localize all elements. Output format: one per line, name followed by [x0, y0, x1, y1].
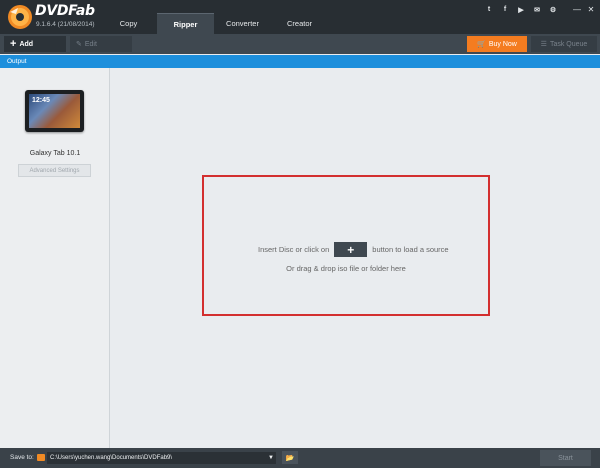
source-dropzone[interactable]: Insert Disc or click on + button to load…	[202, 175, 490, 316]
window-controls: — ✕	[572, 5, 596, 14]
save-path-value: C:\Users\yuchen.wang\Documents\DVDFab9\	[50, 455, 173, 461]
buy-now-label: Buy Now	[488, 40, 517, 48]
minimize-button[interactable]: —	[572, 5, 582, 14]
load-source-button[interactable]: +	[334, 242, 368, 257]
dropzone-drag-hint: Or drag & drop iso file or folder here	[286, 264, 406, 273]
save-to-label: Save to:	[10, 454, 34, 461]
list-icon: ☰	[540, 41, 547, 48]
profile-panel: 12:45 Galaxy Tab 10.1 Advanced Settings	[0, 68, 110, 448]
app-version: 9.1.6.4 (21/08/2014)	[36, 21, 95, 28]
device-clock: 12:45	[32, 97, 50, 104]
device-thumbnail[interactable]: 12:45	[25, 90, 84, 132]
facebook-icon[interactable]: f	[500, 6, 510, 14]
close-button[interactable]: ✕	[586, 5, 596, 14]
edit-button[interactable]: ✎ Edit	[70, 36, 132, 52]
edit-button-label: Edit	[84, 40, 97, 48]
buy-now-button[interactable]: 🛒 Buy Now	[467, 36, 527, 52]
twitter-icon[interactable]: t	[484, 6, 494, 14]
tab-copy[interactable]: Copy	[100, 13, 157, 34]
cart-icon: 🛒	[477, 41, 486, 48]
tab-converter[interactable]: Converter	[214, 13, 271, 34]
dvdfab-logo-icon	[8, 5, 32, 29]
email-icon[interactable]: ✉	[532, 6, 542, 14]
main-content: Insert Disc or click on + button to load…	[111, 68, 600, 448]
device-screen: 12:45	[29, 94, 80, 128]
title-bar: DVDFab 9.1.6.4 (21/08/2014) Copy Ripper …	[0, 0, 600, 34]
task-queue-button[interactable]: ☰ Task Queue	[531, 36, 597, 52]
start-button[interactable]: Start	[540, 450, 591, 466]
settings-icon[interactable]: ⚙	[548, 6, 558, 14]
youtube-icon[interactable]: ▶	[516, 6, 526, 14]
toolbar: + Add ✎ Edit 🛒 Buy Now ☰ Task Queue	[0, 34, 600, 54]
tab-creator[interactable]: Creator	[271, 13, 328, 34]
dropzone-text-before: Insert Disc or click on	[258, 245, 330, 254]
add-button-label: Add	[19, 40, 34, 48]
plus-icon: +	[10, 37, 17, 50]
edit-icon: ✎	[76, 41, 82, 48]
browse-folder-button[interactable]: 📂	[282, 451, 298, 464]
open-folder-icon: 📂	[285, 454, 295, 462]
dropzone-text-after: button to load a source	[372, 245, 449, 254]
output-header: Output	[0, 55, 600, 68]
tab-ripper[interactable]: Ripper	[157, 13, 214, 34]
task-queue-label: Task Queue	[549, 40, 588, 48]
folder-icon	[37, 454, 45, 461]
device-name: Galaxy Tab 10.1	[29, 150, 81, 157]
app-name: DVDFab	[35, 3, 95, 19]
save-path-select[interactable]: C:\Users\yuchen.wang\Documents\DVDFab9\ …	[47, 452, 276, 464]
social-links: t f ▶ ✉ ⚙	[484, 6, 558, 14]
add-button[interactable]: + Add	[4, 36, 66, 52]
status-bar: Save to: C:\Users\yuchen.wang\Documents\…	[0, 448, 600, 468]
chevron-down-icon: ▼	[268, 455, 274, 461]
dropzone-instruction: Insert Disc or click on + button to load…	[258, 242, 449, 257]
advanced-settings-button[interactable]: Advanced Settings	[18, 164, 91, 177]
main-tabs: Copy Ripper Converter Creator	[100, 13, 328, 34]
